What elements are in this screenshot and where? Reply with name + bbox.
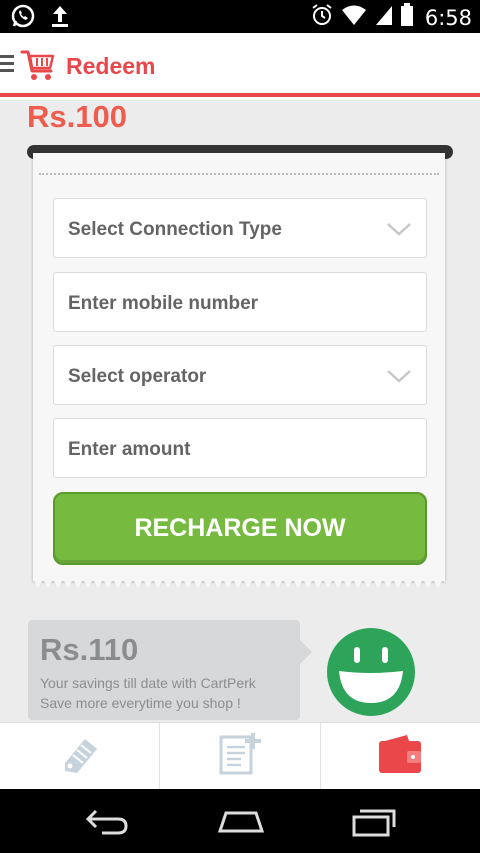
action-bar: Redeem — [0, 33, 480, 93]
savings-description: Your savings till date with CartPerk — [40, 675, 256, 691]
tab-add-list[interactable] — [160, 723, 321, 789]
status-bar: 6:58 — [0, 0, 480, 33]
tab-offers[interactable] — [0, 723, 161, 789]
wallet-icon — [377, 733, 423, 780]
receipt-torn-edge — [33, 579, 445, 588]
mobile-number-input[interactable]: Enter mobile number — [53, 272, 427, 332]
savings-card: Rs.110 Your savings till date with CartP… — [28, 620, 312, 720]
system-nav-bar — [0, 789, 480, 853]
tag-icon — [59, 733, 101, 780]
recent-apps-icon[interactable] — [350, 807, 398, 842]
cart-icon[interactable] — [20, 49, 56, 86]
amount-placeholder: Enter amount — [68, 439, 191, 460]
smiley-icon — [326, 627, 416, 722]
recharge-now-button[interactable]: RECHARGE NOW — [53, 492, 427, 565]
battery-icon — [400, 3, 413, 32]
connection-type-placeholder: Select Connection Type — [68, 219, 282, 240]
bottom-tab-bar — [0, 722, 480, 789]
amount-input[interactable]: Enter amount — [53, 418, 427, 478]
recharge-now-label: RECHARGE NOW — [134, 514, 346, 542]
menu-icon[interactable] — [0, 55, 14, 73]
clock: 6:58 — [424, 5, 472, 30]
chevron-down-icon — [386, 368, 412, 389]
connection-type-select[interactable]: Select Connection Type — [53, 198, 427, 258]
home-icon[interactable] — [216, 807, 266, 840]
add-list-icon — [217, 731, 263, 782]
recharge-form: Select Connection Type Enter mobile numb… — [33, 153, 445, 588]
operator-placeholder: Select operator — [68, 366, 207, 387]
savings-tagline: Save more everytime you shop ! — [40, 695, 241, 711]
back-icon[interactable] — [84, 807, 130, 840]
wifi-icon — [341, 4, 367, 31]
upload-icon — [50, 4, 70, 33]
signal-icon — [375, 4, 393, 31]
mobile-number-placeholder: Enter mobile number — [68, 293, 259, 314]
alarm-icon — [311, 3, 333, 32]
redeem-amount: Rs.100 — [27, 99, 127, 134]
operator-select[interactable]: Select operator — [53, 345, 427, 405]
dotted-divider — [39, 173, 439, 175]
chevron-down-icon — [386, 221, 412, 242]
page-title: Redeem — [66, 53, 156, 79]
tab-wallet[interactable] — [321, 723, 480, 789]
whatsapp-icon — [10, 3, 36, 34]
savings-amount: Rs.110 — [40, 632, 139, 667]
